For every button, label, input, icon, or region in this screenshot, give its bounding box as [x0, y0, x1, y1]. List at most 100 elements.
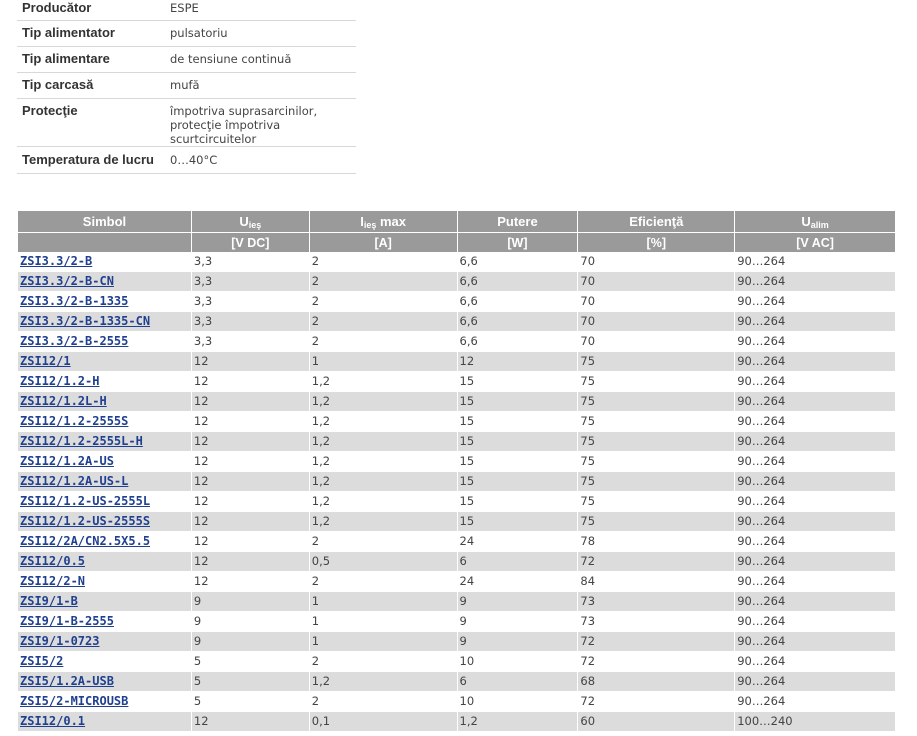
table-row: ZSI12/1.2-US-2555S 12 1,2 15 75 90…264 [17, 511, 896, 532]
table-cell: 90…264 [734, 311, 896, 332]
table-cell: 6 [456, 551, 579, 572]
spec-row-output-type: Tip alimentare de tensiune continuă [17, 46, 356, 73]
table-row: ZSI12/1 12 1 12 75 90…264 [17, 351, 896, 372]
product-link[interactable]: ZSI5/1.2A-USB [20, 674, 114, 688]
table-cell: 2 [308, 311, 458, 332]
product-link[interactable]: ZSI3.3/2-B-1335-CN [20, 314, 150, 328]
cell-symbol: ZSI12/2A/CN2.5X5.5 [17, 531, 192, 552]
table-cell: 10 [456, 651, 579, 672]
table-cell: 15 [456, 371, 579, 392]
units-empty [17, 232, 192, 252]
product-link[interactable]: ZSI12/0.1 [20, 714, 85, 728]
product-link[interactable]: ZSI3.3/2-B [20, 254, 92, 268]
table-cell: 9 [456, 591, 579, 612]
table-row: ZSI5/2 5 2 10 72 90…264 [17, 651, 896, 672]
table-row: ZSI12/1.2-H 12 1,2 15 75 90…264 [17, 371, 896, 392]
table-cell: 15 [456, 411, 579, 432]
cell-symbol: ZSI12/1.2L-H [17, 391, 192, 412]
table-cell: 24 [456, 531, 579, 552]
product-link[interactable]: ZSI9/1-0723 [20, 634, 99, 648]
table-cell: 15 [456, 431, 579, 452]
product-link[interactable]: ZSI12/1.2A-US [20, 454, 114, 468]
table-row: ZSI12/1.2A-US-L 12 1,2 15 75 90…264 [17, 471, 896, 492]
table-cell: 72 [577, 631, 736, 652]
table-cell: 90…264 [734, 611, 896, 632]
table-cell: 6,6 [456, 271, 579, 292]
table-cell: 90…264 [734, 431, 896, 452]
product-link[interactable]: ZSI9/1-B-2555 [20, 614, 114, 628]
units-cell: [%] [577, 232, 736, 252]
spec-value: mufă [165, 72, 356, 99]
product-link[interactable]: ZSI5/2 [20, 654, 63, 668]
table-row: ZSI9/1-B-2555 9 1 9 73 90…264 [17, 611, 896, 632]
table-cell: 15 [456, 511, 579, 532]
table-cell: 72 [577, 691, 736, 712]
product-link[interactable]: ZSI5/2-MICROUSB [20, 694, 128, 708]
table-cell: 2 [308, 571, 458, 592]
table-cell: 12 [190, 551, 310, 572]
product-link[interactable]: ZSI12/2A/CN2.5X5.5 [20, 534, 150, 548]
table-cell: 75 [577, 411, 736, 432]
product-link[interactable]: ZSI12/1.2-H [20, 374, 99, 388]
table-cell: 84 [577, 571, 736, 592]
product-link[interactable]: ZSI12/1.2-2555S [20, 414, 128, 428]
table-row: ZSI3.3/2-B 3,3 2 6,6 70 90…264 [17, 252, 896, 272]
table-cell: 9 [190, 611, 310, 632]
table-cell: 90…264 [734, 651, 896, 672]
product-link[interactable]: ZSI12/1.2-2555L-H [20, 434, 143, 448]
table-cell: 9 [190, 591, 310, 612]
header-supply-voltage: Ualim [734, 211, 896, 233]
product-link[interactable]: ZSI12/1.2-US-2555L [20, 494, 150, 508]
table-cell: 1,2 [308, 671, 458, 692]
units-cell: [V AC] [734, 232, 896, 252]
cell-symbol: ZSI9/1-0723 [17, 631, 192, 652]
table-row: ZSI9/1-0723 9 1 9 72 90…264 [17, 631, 896, 652]
cell-symbol: ZSI5/2-MICROUSB [17, 691, 192, 712]
table-cell: 1 [308, 591, 458, 612]
header-efficiency: Eficienţă [577, 211, 736, 233]
table-cell: 90…264 [734, 631, 896, 652]
spec-value-line: protecţie împotriva scurtcircuitelor [170, 118, 281, 146]
table-row: ZSI12/1.2-2555S 12 1,2 15 75 90…264 [17, 411, 896, 432]
table-cell: 1,2 [308, 431, 458, 452]
table-row: ZSI3.3/2-B-CN 3,3 2 6,6 70 90…264 [17, 271, 896, 292]
table-cell: 68 [577, 671, 736, 692]
table-cell: 90…264 [734, 671, 896, 692]
product-link[interactable]: ZSI3.3/2-B-2555 [20, 334, 128, 348]
table-cell: 90…264 [734, 591, 896, 612]
product-link[interactable]: ZSI3.3/2-B-CN [20, 274, 114, 288]
product-link[interactable]: ZSI12/1.2A-US-L [20, 474, 128, 488]
table-cell: 2 [308, 331, 458, 352]
cell-symbol: ZSI3.3/2-B-2555 [17, 331, 192, 352]
table-row: ZSI5/2-MICROUSB 5 2 10 72 90…264 [17, 691, 896, 712]
spec-value: de tensiune continuă [165, 46, 356, 73]
product-link[interactable]: ZSI9/1-B [20, 594, 78, 608]
product-link[interactable]: ZSI12/1.2L-H [20, 394, 107, 408]
table-row: ZSI12/1.2L-H 12 1,2 15 75 90…264 [17, 391, 896, 412]
table-row: ZSI9/1-B 9 1 9 73 90…264 [17, 591, 896, 612]
table-cell: 5 [190, 691, 310, 712]
product-link[interactable]: ZSI3.3/2-B-1335 [20, 294, 128, 308]
product-link[interactable]: ZSI12/1 [20, 354, 71, 368]
table-cell: 12 [190, 371, 310, 392]
cell-symbol: ZSI12/1 [17, 351, 192, 372]
table-cell: 90…264 [734, 351, 896, 372]
table-cell: 1 [308, 611, 458, 632]
table-cell: 70 [577, 252, 736, 272]
table-row: ZSI3.3/2-B-1335-CN 3,3 2 6,6 70 90…264 [17, 311, 896, 332]
product-link[interactable]: ZSI12/0.5 [20, 554, 85, 568]
cell-symbol: ZSI12/1.2-US-2555S [17, 511, 192, 532]
product-link[interactable]: ZSI12/1.2-US-2555S [20, 514, 150, 528]
specifications-table: Producător ESPE Tip alimentator pulsator… [17, 0, 356, 174]
table-row: ZSI12/0.1 12 0,1 1,2 60 100…240 [17, 711, 896, 732]
table-cell: 70 [577, 271, 736, 292]
table-row: ZSI12/1.2-2555L-H 12 1,2 15 75 90…264 [17, 431, 896, 452]
table-cell: 1,2 [308, 471, 458, 492]
spec-label: Tip alimentare [17, 46, 165, 73]
table-cell: 12 [190, 391, 310, 412]
spec-value: împotriva suprasarcinilor, protecţie împ… [165, 98, 356, 147]
table-cell: 6,6 [456, 311, 579, 332]
cell-symbol: ZSI3.3/2-B-CN [17, 271, 192, 292]
product-link[interactable]: ZSI12/2-N [20, 574, 85, 588]
table-cell: 72 [577, 551, 736, 572]
